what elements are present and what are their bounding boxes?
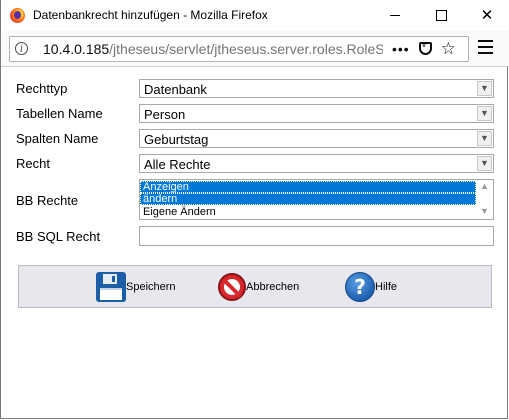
browser-window: Datenbankrecht hinzufügen - Mozilla Fire…	[0, 0, 509, 419]
menu-hamburger-icon[interactable]	[478, 40, 493, 55]
spalten-name-select[interactable]: Geburtstag ▼	[139, 129, 494, 148]
rechttyp-label: Rechttyp	[16, 81, 68, 96]
close-button[interactable]: ✕	[464, 0, 509, 31]
bb-rechte-listbox[interactable]: Anzeigen ändern Eigene Ändern ▲ ▼	[139, 179, 494, 220]
maximize-button[interactable]	[418, 0, 464, 31]
firefox-logo-icon	[10, 8, 25, 23]
url-path: /jtheseus/servlet/jtheseus.server.roles.…	[109, 41, 383, 57]
save-button[interactable]: Speichern	[96, 272, 176, 302]
scroll-down-icon[interactable]: ▼	[480, 206, 489, 216]
chevron-down-icon[interactable]: ▼	[477, 81, 492, 96]
maximize-icon	[435, 10, 447, 21]
bb-sql-recht-label: BB SQL Recht	[16, 229, 101, 244]
save-button-label: Speichern	[126, 281, 176, 293]
url-text[interactable]: 10.4.0.185/jtheseus/servlet/jtheseus.ser…	[43, 41, 383, 57]
minimize-button[interactable]	[372, 0, 418, 31]
help-button[interactable]: ? Hilfe	[345, 272, 397, 302]
recht-label: Recht	[16, 156, 50, 171]
url-actions: ••• ☆	[392, 39, 456, 57]
window-title: Datenbankrecht hinzufügen - Mozilla Fire…	[33, 8, 268, 22]
recht-select[interactable]: Alle Rechte ▼	[139, 154, 494, 173]
bookmark-star-icon[interactable]: ☆	[441, 40, 456, 57]
action-toolbar: Speichern Abbrechen ? Hilfe	[18, 265, 492, 308]
tabellen-name-value: Person	[144, 107, 186, 122]
rechttyp-select[interactable]: Datenbank ▼	[139, 79, 494, 98]
title-bar: Datenbankrecht hinzufügen - Mozilla Fire…	[1, 0, 509, 31]
floppy-disk-icon	[96, 272, 126, 302]
cancel-button-label: Abbrechen	[246, 281, 300, 293]
spalten-name-label: Spalten Name	[16, 131, 99, 146]
url-host: 10.4.0.185	[43, 41, 110, 57]
chevron-down-icon[interactable]: ▼	[477, 156, 492, 171]
help-button-label: Hilfe	[375, 281, 398, 293]
bb-rechte-option-aendern[interactable]: ändern	[140, 193, 476, 205]
bb-rechte-option-eigene-aendern[interactable]: Eigene Ändern	[140, 206, 476, 218]
cancel-button[interactable]: Abbrechen	[218, 272, 299, 302]
minimize-icon	[390, 15, 400, 16]
spalten-name-value: Geburtstag	[144, 132, 209, 147]
bb-sql-recht-input[interactable]	[139, 226, 494, 246]
close-icon: ✕	[480, 7, 494, 24]
scroll-up-icon[interactable]: ▲	[480, 181, 489, 191]
page-actions-more-icon[interactable]: •••	[392, 41, 410, 57]
recht-value: Alle Rechte	[144, 157, 211, 172]
rechttyp-value: Datenbank	[144, 82, 207, 97]
pocket-icon[interactable]	[418, 39, 432, 55]
cancel-prohibited-icon	[218, 273, 246, 301]
site-info-icon[interactable]: i	[15, 42, 28, 55]
listbox-scrollbar[interactable]: ▲ ▼	[477, 180, 493, 219]
bb-rechte-option-anzeigen[interactable]: Anzeigen	[140, 181, 476, 193]
chevron-down-icon[interactable]: ▼	[477, 131, 492, 146]
tabellen-name-select[interactable]: Person ▼	[139, 104, 494, 123]
chevron-down-icon[interactable]: ▼	[477, 106, 492, 121]
tabellen-name-label: Tabellen Name	[16, 106, 103, 121]
url-bar[interactable]: i 10.4.0.185/jtheseus/servlet/jtheseus.s…	[9, 36, 469, 62]
url-toolbar: i 10.4.0.185/jtheseus/servlet/jtheseus.s…	[1, 31, 509, 67]
help-question-icon: ?	[345, 272, 375, 302]
bb-rechte-label: BB Rechte	[16, 193, 79, 208]
